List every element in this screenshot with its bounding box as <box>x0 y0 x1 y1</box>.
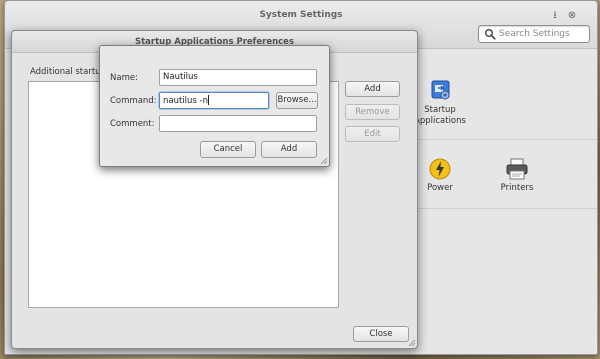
browse-button[interactable]: Browse... <box>276 92 318 109</box>
command-field[interactable]: nautilus -n <box>159 92 269 109</box>
startup-program-dialog: Name: Nautilus Command: nautilus -n Brow… <box>99 45 330 167</box>
resize-grip-icon[interactable] <box>320 157 328 165</box>
system-settings-title: System Settings <box>259 10 343 20</box>
remove-button[interactable]: Remove <box>345 104 400 120</box>
comment-label: Comment: <box>110 119 155 129</box>
startup-applications-icon <box>428 79 452 103</box>
command-label: Command: <box>110 96 157 106</box>
minimize-icon[interactable]: ⭳ <box>549 10 561 22</box>
text-caret <box>208 95 210 105</box>
section-divider <box>417 139 597 140</box>
close-icon[interactable]: ⊗ <box>566 10 578 22</box>
close-button[interactable]: Close <box>353 326 409 342</box>
name-label: Name: <box>110 73 138 83</box>
app-printers[interactable]: Printers <box>482 157 552 194</box>
name-field[interactable]: Nautilus <box>159 69 317 86</box>
edit-button[interactable]: Edit <box>345 126 400 142</box>
printer-icon <box>505 157 529 181</box>
comment-field[interactable] <box>159 115 317 132</box>
dialog-add-button[interactable]: Add <box>261 141 317 158</box>
add-button[interactable]: Add <box>345 81 400 97</box>
app-label: Printers <box>500 183 534 193</box>
command-value: nautilus -n <box>163 96 209 106</box>
search-placeholder: Search Settings <box>499 29 570 39</box>
power-icon <box>428 157 452 181</box>
resize-grip-icon[interactable] <box>408 339 416 347</box>
search-input[interactable]: Search Settings <box>478 25 590 43</box>
cancel-button[interactable]: Cancel <box>200 141 256 158</box>
section-divider <box>417 208 597 209</box>
search-icon <box>485 29 496 40</box>
